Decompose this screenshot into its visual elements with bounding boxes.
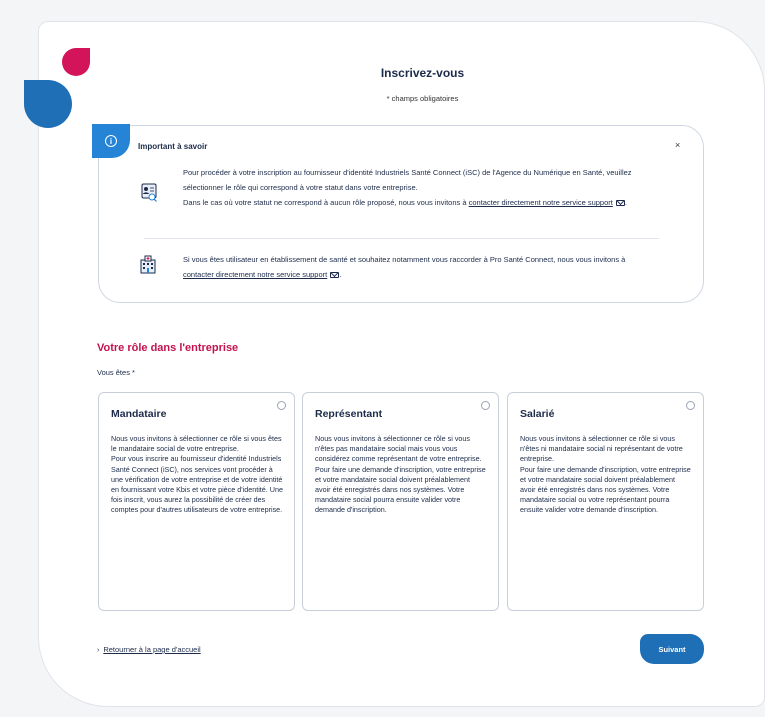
mail-icon — [330, 272, 340, 279]
chevron-right-icon: › — [97, 647, 100, 654]
role-card-salarie[interactable]: Salarié Nous vous invitons à sélectionne… — [507, 392, 704, 611]
radio-salarie[interactable] — [686, 401, 695, 410]
role-description: Nous vous invitons à sélectionner ce rôl… — [315, 434, 486, 515]
page-title: Inscrivez-vous — [380, 66, 465, 80]
info-block-1-text: Pour procéder à votre inscription au fou… — [183, 168, 632, 208]
info-block-2-text: Si vous êtes utilisateur en établissemen… — [183, 255, 626, 280]
info-divider — [144, 238, 659, 239]
radio-representant[interactable] — [481, 401, 490, 410]
info-icon: i — [105, 135, 117, 147]
radio-mandataire[interactable] — [277, 401, 286, 410]
role-title: Mandataire — [111, 408, 167, 420]
role-title: Salarié — [520, 408, 555, 420]
required-fields-note: * champs obligatoires — [386, 94, 459, 103]
user-id-card-icon — [141, 183, 157, 202]
role-card-representant[interactable]: Représentant Nous vous invitons à sélect… — [302, 392, 499, 611]
support-contact-link-2[interactable]: contacter directement notre service supp… — [183, 270, 327, 279]
role-description: Nous vous invitons à sélectionner ce rôl… — [111, 434, 283, 515]
role-title: Représentant — [315, 408, 383, 420]
next-button[interactable]: Suivant — [640, 634, 704, 664]
section-title: Votre rôle dans l'entreprise — [97, 342, 239, 354]
info-title: Important à savoir — [138, 142, 208, 151]
back-home-link[interactable]: › Retourner à la page d'accueil — [97, 645, 201, 654]
role-field-label: Vous êtes * — [97, 368, 135, 377]
logo-blue-drop — [24, 80, 72, 128]
hospital-building-icon — [140, 255, 156, 274]
role-card-mandataire[interactable]: Mandataire Nous vous invitons à sélectio… — [98, 392, 295, 611]
close-icon[interactable]: × — [675, 140, 680, 150]
info-badge: i — [92, 124, 130, 158]
mail-icon — [615, 200, 625, 207]
support-contact-link-1[interactable]: contacter directement notre service supp… — [469, 198, 613, 207]
role-description: Nous vous invitons à sélectionner ce rôl… — [520, 434, 691, 515]
